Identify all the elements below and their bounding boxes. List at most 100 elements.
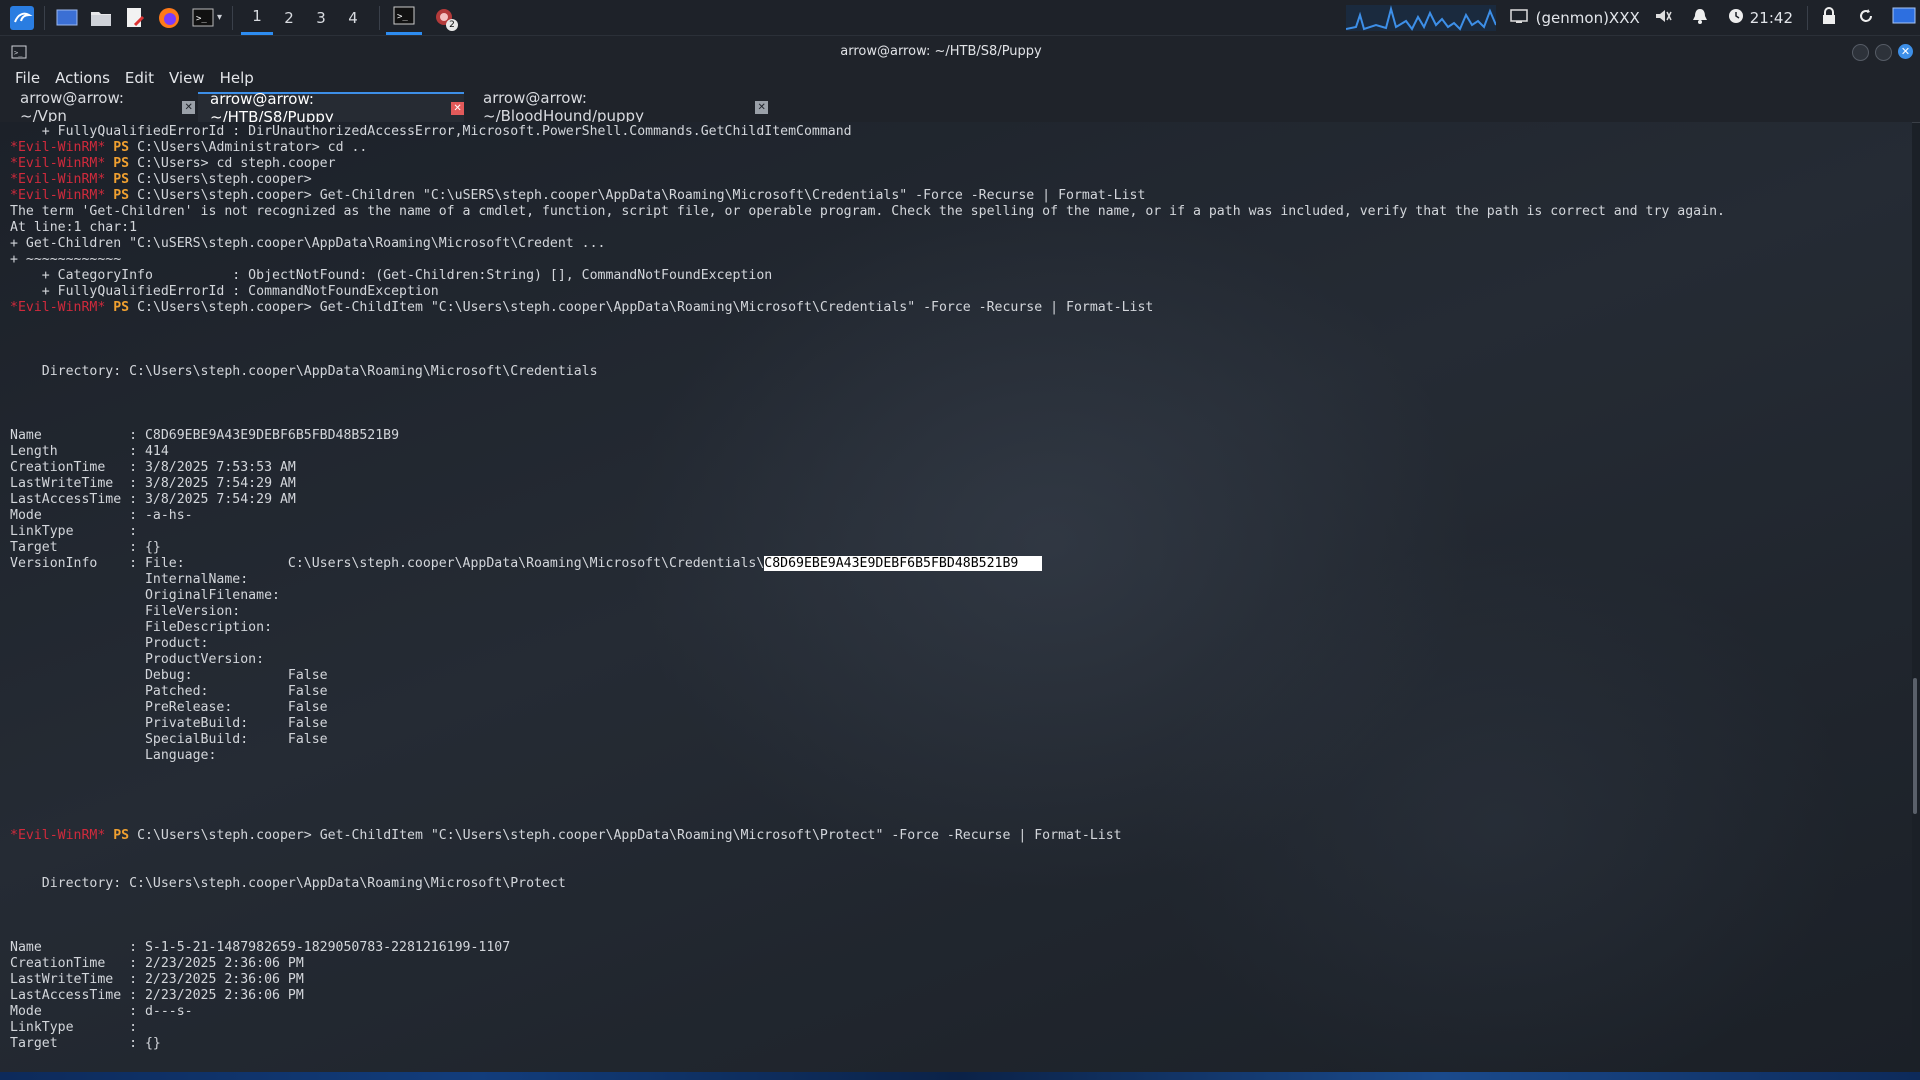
output-text: VersionInfo : File: C:\Users\steph.coope… [10,556,765,571]
maximize-button[interactable] [1875,44,1892,61]
terminal-scrollbar[interactable] [1913,678,1917,814]
prompt-path: C:\Users\steph.cooper> [129,828,320,843]
prompt-path: C:\Users> [129,156,217,171]
file-manager-icon[interactable] [89,6,113,30]
kali-menu-icon[interactable] [10,5,34,30]
desktop-wallpaper-strip [0,1072,1920,1080]
output-line: Debug: False [10,668,328,683]
svg-text:>_: >_ [196,14,207,24]
tab-label: arrow@arrow: ~/BloodHound/puppy [483,89,644,125]
output-line: Name : C8D69EBE9A43E9DEBF6B5FBD48B521B9 [10,428,400,443]
output-line: Mode : d---s- [10,1004,193,1019]
command-text: Get-ChildItem "C:\Users\steph.cooper\App… [319,300,1154,315]
prompt-line: *Evil-WinRM* PS C:\Users\steph.cooper> G… [10,300,1153,316]
output-line: Language: [10,748,217,763]
close-tab-icon[interactable]: ✕ [451,101,464,115]
evil-winrm-prompt: *Evil-WinRM* [10,156,106,171]
output-line: PreRelease: False [10,700,328,715]
ps-label: PS [113,140,130,155]
clock-icon [1728,8,1744,28]
notification-badge: 2 [446,18,459,31]
output-line: LastWriteTime : 2/23/2025 2:36:06 PM [10,972,304,987]
workspace-2[interactable]: 2 [273,0,305,35]
command-text: Get-Children "C:\uSERS\steph.cooper\AppD… [319,188,1146,203]
mute-icon[interactable] [1654,8,1672,28]
tab-bloodhound[interactable]: arrow@arrow: ~/BloodHound/puppy ✕ [468,89,768,125]
window-title: arrow@arrow: ~/HTB/S8/Puppy [840,44,1042,59]
output-line: SpecialBuild: False [10,732,328,747]
output-line: LinkType : [10,524,138,539]
cpu-graph [1345,4,1497,31]
window-titlebar[interactable]: >_ arrow@arrow: ~/HTB/S8/Puppy ✕ [0,36,1920,66]
output-line: OriginalFilename: [10,588,280,603]
evil-winrm-prompt: *Evil-WinRM* [10,172,106,187]
taskbar-terminal-icon[interactable]: >_ [386,0,423,35]
chevron-down-icon[interactable]: ▾ [217,12,222,23]
firefox-icon[interactable] [157,6,181,30]
prompt-line: *Evil-WinRM* PS C:\Users> cd steph.coope… [10,156,336,172]
panel-separator [44,5,45,30]
menu-view[interactable]: View [169,69,205,87]
terminal-output[interactable]: + FullyQualifiedErrorId : DirUnauthorize… [0,122,1912,1072]
lock-icon[interactable] [1822,6,1836,29]
prompt-path: C:\Users\steph.cooper> [129,300,320,315]
desktop-switch-icon[interactable] [1892,6,1916,30]
output-line: Target : {} [10,540,161,555]
output-line: + ~~~~~~~~~~~~ [10,252,122,267]
output-line: The term 'Get-Children' is not recognize… [10,204,1725,219]
output-line: Target : {} [10,1036,161,1051]
show-desktop-icon[interactable] [55,6,79,30]
prompt-path: C:\Users\steph.cooper> [129,172,320,187]
prompt-line: *Evil-WinRM* PS C:\Users\steph.cooper> G… [10,828,1122,844]
menu-actions[interactable]: Actions [55,69,110,87]
close-button[interactable]: ✕ [1898,44,1913,59]
output-line: VersionInfo : File: C:\Users\steph.coope… [10,556,1043,572]
evil-winrm-prompt: *Evil-WinRM* [10,188,106,203]
panel-separator [1807,5,1808,30]
command-text: cd .. [327,140,368,155]
menu-file[interactable]: File [15,69,40,87]
close-tab-icon[interactable]: ✕ [755,100,768,114]
menu-edit[interactable]: Edit [125,69,154,87]
tab-bar: arrow@arrow: ~/Vpn ✕ arrow@arrow: ~/HTB/… [0,89,1920,126]
output-line: CreationTime : 3/8/2025 7:53:53 AM [10,460,296,475]
workspace-3[interactable]: 3 [305,0,337,35]
output-line: LastAccessTime : 3/8/2025 7:54:29 AM [10,492,296,507]
bell-icon[interactable] [1692,7,1708,29]
evil-winrm-prompt: *Evil-WinRM* [10,828,106,843]
ps-label: PS [113,188,130,203]
command-text: cd steph.cooper [216,156,336,171]
output-line: Patched: False [10,684,328,699]
screen-icon[interactable] [1509,8,1528,28]
ps-label: PS [113,300,130,315]
output-line: + FullyQualifiedErrorId : DirUnauthorize… [10,124,852,139]
clock-time[interactable]: 21:42 [1750,9,1793,27]
terminal-launcher-icon[interactable]: >_ [191,6,215,30]
refresh-icon[interactable] [1858,8,1874,28]
burp-icon[interactable]: 2 [432,6,459,31]
minimize-button[interactable] [1852,44,1869,61]
tab-puppy[interactable]: arrow@arrow: ~/HTB/S8/Puppy ✕ [198,90,464,126]
workspace-4[interactable]: 4 [337,0,369,35]
output-line: Name : S-1-5-21-1487982659-1829050783-22… [10,940,511,955]
output-line: CreationTime : 2/23/2025 2:36:06 PM [10,956,304,971]
svg-text:>_: >_ [397,12,408,22]
prompt-line: *Evil-WinRM* PS C:\Users\Administrator> … [10,140,367,156]
output-line: + Get-Children "C:\uSERS\steph.cooper\Ap… [10,236,606,251]
close-tab-icon[interactable]: ✕ [182,100,195,114]
ps-label: PS [113,828,130,843]
selection-pad [1018,556,1043,571]
output-line: At line:1 char:1 [10,220,138,235]
top-panel: >_ ▾ 1 2 3 4 >_ 2 (genmon)XXX 21:42 [0,0,1920,36]
output-line: LastAccessTime : 2/23/2025 2:36:06 PM [10,988,304,1003]
prompt-line: *Evil-WinRM* PS C:\Users\steph.cooper> G… [10,188,1145,204]
system-tray: (genmon)XXX 21:42 [1345,0,1920,35]
prompt-path: C:\Users\Administrator> [129,140,328,155]
selected-text[interactable]: C8D69EBE9A43E9DEBF6B5FBD48B521B9 [764,556,1019,571]
menu-help[interactable]: Help [220,69,254,87]
text-editor-icon[interactable] [123,6,147,30]
tab-vpn[interactable]: arrow@arrow: ~/Vpn ✕ [0,89,195,125]
workspace-1[interactable]: 1 [241,0,274,35]
output-line: Product: [10,636,209,651]
output-line: + FullyQualifiedErrorId : CommandNotFoun… [10,284,439,299]
